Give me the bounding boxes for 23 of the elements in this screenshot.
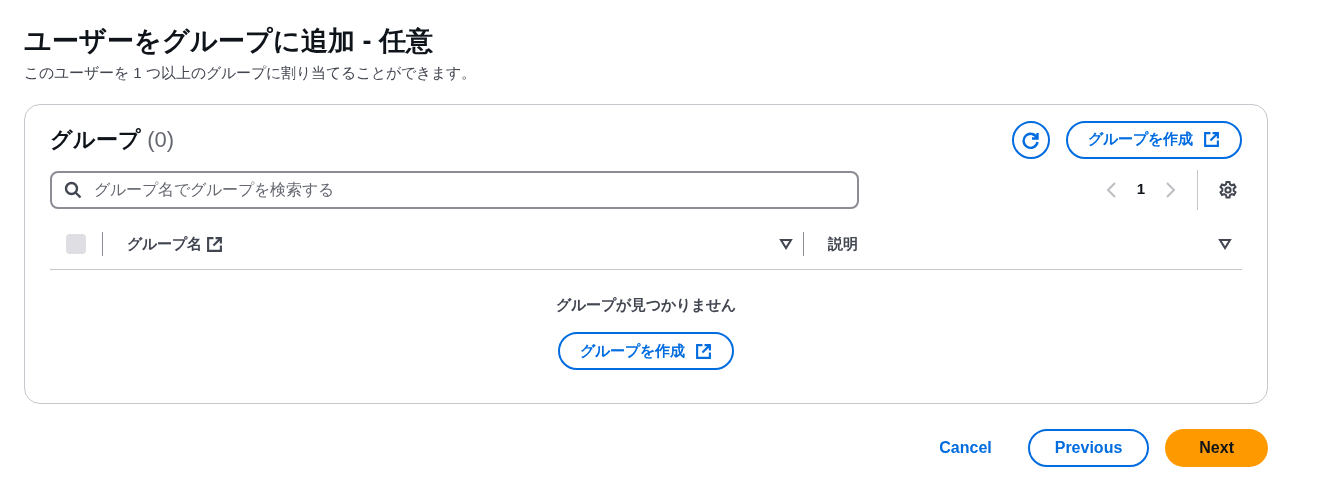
search-field[interactable]: グループ名でグループを検索する xyxy=(50,170,859,209)
create-group-button[interactable]: グループを作成 xyxy=(1066,120,1242,159)
next-button[interactable]: Next xyxy=(1165,428,1268,467)
group-count: (0) xyxy=(147,127,174,152)
settings-icon xyxy=(1218,180,1238,201)
chevron-left-icon xyxy=(1104,181,1117,200)
external-link-icon xyxy=(695,342,712,360)
page-description: このユーザーを 1 つ以上のグループに割り当てることができます。 xyxy=(24,63,477,83)
cancel-button[interactable]: Cancel xyxy=(919,428,1012,467)
sort-icon[interactable] xyxy=(1218,238,1232,250)
column-header[interactable]: 説明 xyxy=(828,232,858,256)
page-title: ユーザーをグループに追加 - 任意 xyxy=(24,25,434,58)
page-number[interactable]: 1 xyxy=(1136,178,1145,201)
empty-message: グループが見つかりません xyxy=(556,294,736,315)
external-link-icon xyxy=(1203,131,1220,148)
chevron-right-icon xyxy=(1165,181,1177,200)
refresh-button[interactable] xyxy=(1012,120,1050,159)
sort-icon[interactable] xyxy=(779,238,793,250)
panel-title: グループ (0) xyxy=(50,126,174,154)
previous-button[interactable]: Previous xyxy=(1027,428,1150,467)
external-link-icon xyxy=(206,235,223,253)
column-header[interactable]: グループ名 xyxy=(127,232,223,256)
create-group-button[interactable]: グループを作成 xyxy=(558,332,734,370)
